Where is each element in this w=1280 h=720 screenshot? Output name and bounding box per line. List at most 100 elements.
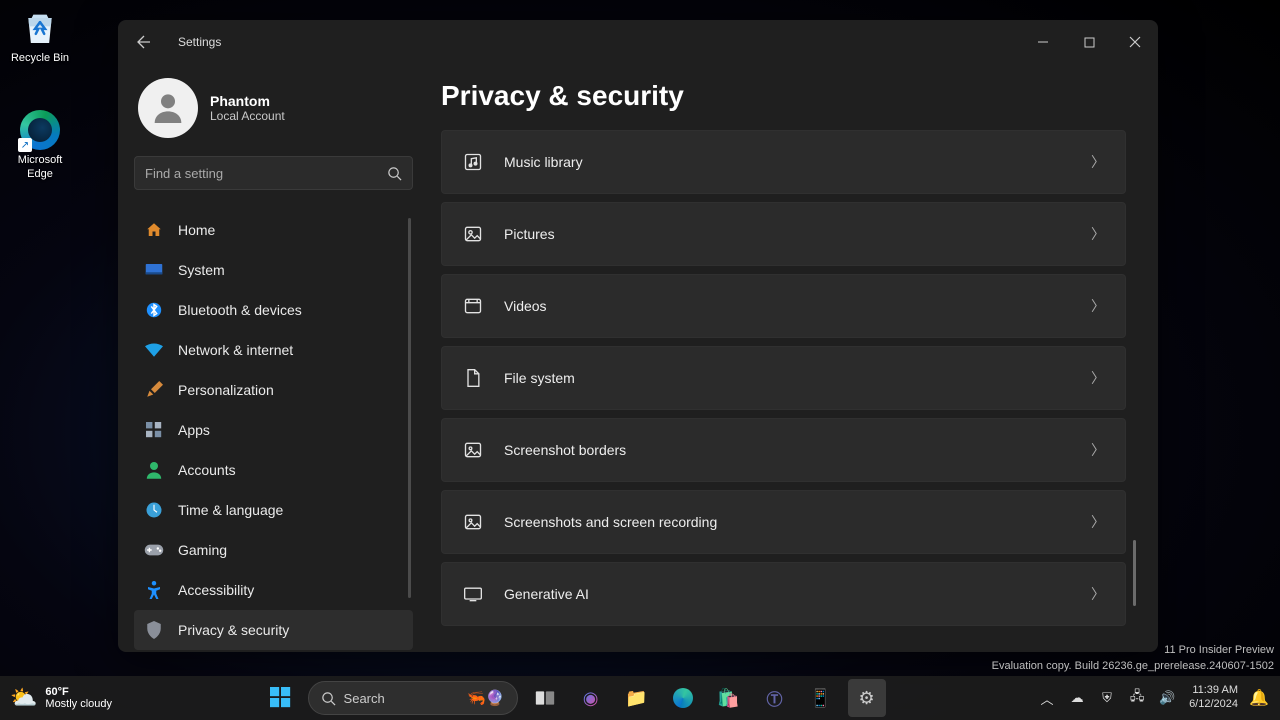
user-account-tile[interactable]: Phantom Local Account [134, 64, 413, 156]
setting-row-screenshot-borders[interactable]: Screenshot borders 〉 [441, 418, 1126, 482]
weather-temp: 60°F [45, 686, 112, 698]
gear-icon: ⚙ [858, 688, 874, 709]
sidebar-item-accessibility[interactable]: Accessibility [134, 570, 413, 610]
store-icon: 🛍️ [717, 688, 739, 709]
file-system-icon [462, 367, 484, 389]
screenshot-borders-icon [462, 439, 484, 461]
task-view-icon [535, 690, 555, 706]
taskbar-settings[interactable]: ⚙ [848, 679, 886, 717]
taskbar-weather[interactable]: ⛅ 60°F Mostly cloudy [10, 685, 112, 711]
titlebar[interactable]: Settings [118, 20, 1158, 64]
privacy-security-icon [144, 620, 164, 640]
weather-icon: ⛅ [10, 685, 37, 711]
taskbar-tray: ︿ ☁ ⛨ 🖧 🔊 11:39 AM 6/12/2024 🔔 [1035, 684, 1270, 712]
accessibility-icon [144, 580, 164, 600]
maximize-button[interactable] [1066, 24, 1112, 60]
taskbar-notifications[interactable]: 🔔 [1248, 684, 1270, 712]
setting-row-label: Generative AI [504, 586, 1071, 602]
taskbar-search[interactable]: Search 🦐🔮 [308, 681, 518, 715]
sidebar-item-label: Privacy & security [178, 622, 289, 638]
minimize-button[interactable] [1020, 24, 1066, 60]
tray-volume[interactable]: 🔊 [1155, 686, 1179, 710]
tray-security[interactable]: ⛨ [1095, 686, 1119, 710]
speaker-icon: 🔊 [1159, 690, 1175, 706]
sidebar-item-bluetooth-devices[interactable]: Bluetooth & devices [134, 290, 413, 330]
sidebar-item-label: Apps [178, 422, 210, 438]
chevron-right-icon: 〉 [1091, 584, 1105, 604]
sidebar-item-gaming[interactable]: Gaming [134, 530, 413, 570]
pictures-icon [462, 223, 484, 245]
taskbar-task-view[interactable] [526, 679, 564, 717]
taskbar-clock[interactable]: 11:39 AM 6/12/2024 [1185, 684, 1242, 712]
taskbar-phone-link[interactable]: 📱 [802, 679, 840, 717]
sidebar-item-privacy-security[interactable]: Privacy & security [134, 610, 413, 650]
watermark-line2: Evaluation copy. Build 26236.ge_prerelea… [992, 659, 1274, 674]
back-button[interactable] [128, 26, 160, 58]
setting-row-label: Videos [504, 298, 1071, 314]
chevron-right-icon: 〉 [1091, 296, 1105, 316]
taskbar-teams[interactable]: Ⓣ [756, 679, 794, 717]
sidebar-item-label: Accounts [178, 462, 236, 478]
chevron-right-icon: 〉 [1091, 224, 1105, 244]
microsoft-edge-icon: ↗ [20, 110, 60, 150]
search-icon [321, 691, 336, 706]
accounts-icon [144, 460, 164, 480]
tray-network[interactable]: 🖧 [1125, 686, 1149, 710]
taskbar-copilot[interactable]: ◉ [572, 679, 610, 717]
sidebar-item-label: Gaming [178, 542, 227, 558]
nav: Home System Bluetooth & devices Network … [134, 210, 413, 652]
sidebar-item-time-language[interactable]: Time & language [134, 490, 413, 530]
setting-row-videos[interactable]: Videos 〉 [441, 274, 1126, 338]
taskbar-store[interactable]: 🛍️ [710, 679, 748, 717]
desktop-icon-microsoft-edge[interactable]: ↗ Microsoft Edge [5, 110, 75, 182]
setting-row-file-system[interactable]: File system 〉 [441, 346, 1126, 410]
sidebar-item-label: Time & language [178, 502, 283, 518]
file-explorer-icon: 📁 [625, 688, 647, 709]
personalization-icon [144, 380, 164, 400]
sidebar-item-system[interactable]: System [134, 250, 413, 290]
shield-icon: ⛨ [1102, 690, 1112, 706]
taskbar-file-explorer[interactable]: 📁 [618, 679, 656, 717]
sidebar-item-label: Network & internet [178, 342, 293, 358]
arrow-left-icon [136, 34, 152, 50]
tray-onedrive[interactable]: ☁ [1065, 686, 1089, 710]
sidebar-item-label: Bluetooth & devices [178, 302, 302, 318]
search-box[interactable] [134, 156, 413, 190]
sidebar-item-network-internet[interactable]: Network & internet [134, 330, 413, 370]
search-input[interactable] [145, 166, 387, 181]
chevron-right-icon: 〉 [1091, 440, 1105, 460]
tray-overflow[interactable]: ︿ [1035, 686, 1059, 710]
network-icon [144, 340, 164, 360]
desktop-icon-recycle-bin[interactable]: Recycle Bin [5, 8, 75, 66]
time-language-icon [144, 500, 164, 520]
close-button[interactable] [1112, 24, 1158, 60]
content-scrollbar[interactable] [1133, 540, 1136, 606]
sidebar-item-accounts[interactable]: Accounts [134, 450, 413, 490]
music-library-icon [462, 151, 484, 173]
setting-row-screenshots-recording[interactable]: Screenshots and screen recording 〉 [441, 490, 1126, 554]
windows-logo-icon [270, 687, 292, 709]
setting-row-label: Pictures [504, 226, 1071, 242]
setting-row-pictures[interactable]: Pictures 〉 [441, 202, 1126, 266]
desktop-icon-label: Recycle Bin [5, 52, 75, 66]
setting-row-label: Screenshots and screen recording [504, 514, 1071, 530]
window-title: Settings [178, 35, 221, 49]
setting-row-label: File system [504, 370, 1071, 386]
sidebar-item-apps[interactable]: Apps [134, 410, 413, 450]
shortcut-arrow-icon: ↗ [18, 138, 32, 152]
cloud-icon: ☁ [1071, 690, 1084, 706]
bluetooth-icon [144, 300, 164, 320]
search-icon [387, 166, 402, 181]
user-subtitle: Local Account [210, 109, 285, 123]
sidebar-item-home[interactable]: Home [134, 210, 413, 250]
setting-row-generative-ai[interactable]: Generative AI 〉 [441, 562, 1126, 626]
screenshots-recording-icon [462, 511, 484, 533]
notification-icon: 🔔 [1249, 688, 1269, 708]
sidebar-item-personalization[interactable]: Personalization [134, 370, 413, 410]
videos-icon [462, 295, 484, 317]
setting-row-music-library[interactable]: Music library 〉 [441, 130, 1126, 194]
setting-row-label: Screenshot borders [504, 442, 1071, 458]
sidebar: Phantom Local Account Home [118, 64, 423, 652]
start-button[interactable] [262, 679, 300, 717]
taskbar-edge[interactable] [664, 679, 702, 717]
